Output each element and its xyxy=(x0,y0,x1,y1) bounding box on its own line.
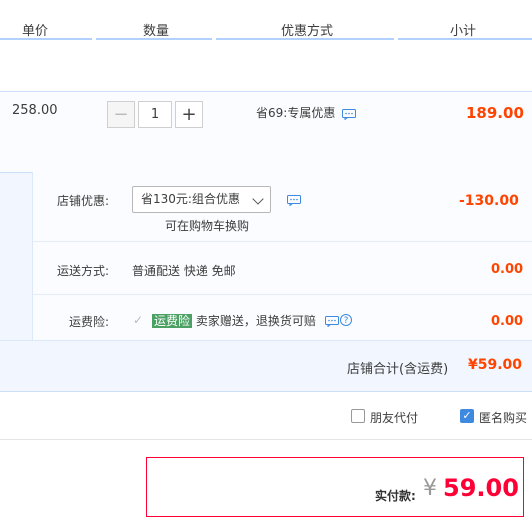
insurance-info: 运费险 卖家赠送，退换货可赔 xyxy=(152,312,316,329)
help-icon[interactable]: ? xyxy=(340,314,352,326)
message-icon[interactable] xyxy=(325,316,339,327)
shipping-label: 运送方式: xyxy=(57,264,110,278)
increase-quantity-button[interactable]: + xyxy=(175,101,203,128)
message-icon[interactable] xyxy=(287,195,301,206)
store-total-label: 店铺合计(含运费) xyxy=(347,362,449,377)
insurance-badge: 运费险 xyxy=(152,314,193,328)
header-divider xyxy=(216,38,394,40)
header-quantity: 数量 xyxy=(143,24,170,39)
coupon-select-value: 省130元:组合优惠 xyxy=(141,192,240,206)
friend-pay-label: 朋友代付 xyxy=(370,411,419,425)
insurance-checkbox: ✓ xyxy=(133,313,144,327)
decrease-quantity-button[interactable]: − xyxy=(107,101,135,128)
divider xyxy=(32,294,532,295)
table-header: 单价 数量 优惠方式 小计 xyxy=(0,0,532,42)
message-icon[interactable] xyxy=(342,109,356,120)
payment-label: 实付款: xyxy=(375,489,416,503)
shipping-amount: 0.00 xyxy=(491,262,524,277)
shipping-value: 普通配送 快递 免邮 xyxy=(132,264,236,278)
header-subtotal: 小计 xyxy=(450,24,477,39)
insurance-label: 运费险: xyxy=(69,315,110,329)
item-subtotal: 189.00 xyxy=(466,104,524,122)
quantity-input[interactable]: 1 xyxy=(138,101,172,128)
item-price: 258.00 xyxy=(12,103,58,118)
header-discount: 优惠方式 xyxy=(281,24,334,39)
coupon-hint: 可在购物车换购 xyxy=(165,219,250,233)
header-price: 单价 xyxy=(22,24,49,39)
payment-currency: ¥ xyxy=(423,476,437,501)
anonymous-checkbox[interactable]: ✓ xyxy=(460,409,474,423)
anonymous-label: 匿名购买 xyxy=(479,411,528,425)
header-divider xyxy=(398,38,532,40)
divider xyxy=(0,340,532,341)
coupon-label: 店铺优惠: xyxy=(57,194,110,208)
insurance-amount: 0.00 xyxy=(491,314,524,329)
coupon-select[interactable]: 省130元:组合优惠 xyxy=(132,186,271,213)
header-divider xyxy=(96,38,212,40)
payment-summary: 实付款: ¥ 59.00 xyxy=(146,457,524,517)
item-discount: 省69:专属优惠 xyxy=(256,106,336,120)
chevron-down-icon xyxy=(252,193,264,205)
divider xyxy=(0,439,532,440)
divider xyxy=(32,241,532,242)
coupon-amount: -130.00 xyxy=(459,193,519,209)
store-total-value: ¥59.00 xyxy=(468,357,523,373)
header-divider xyxy=(0,38,92,40)
insurance-text: 卖家赠送，退换货可赔 xyxy=(195,314,316,328)
payment-amount: 59.00 xyxy=(443,474,519,502)
friend-pay-checkbox[interactable] xyxy=(351,409,365,423)
